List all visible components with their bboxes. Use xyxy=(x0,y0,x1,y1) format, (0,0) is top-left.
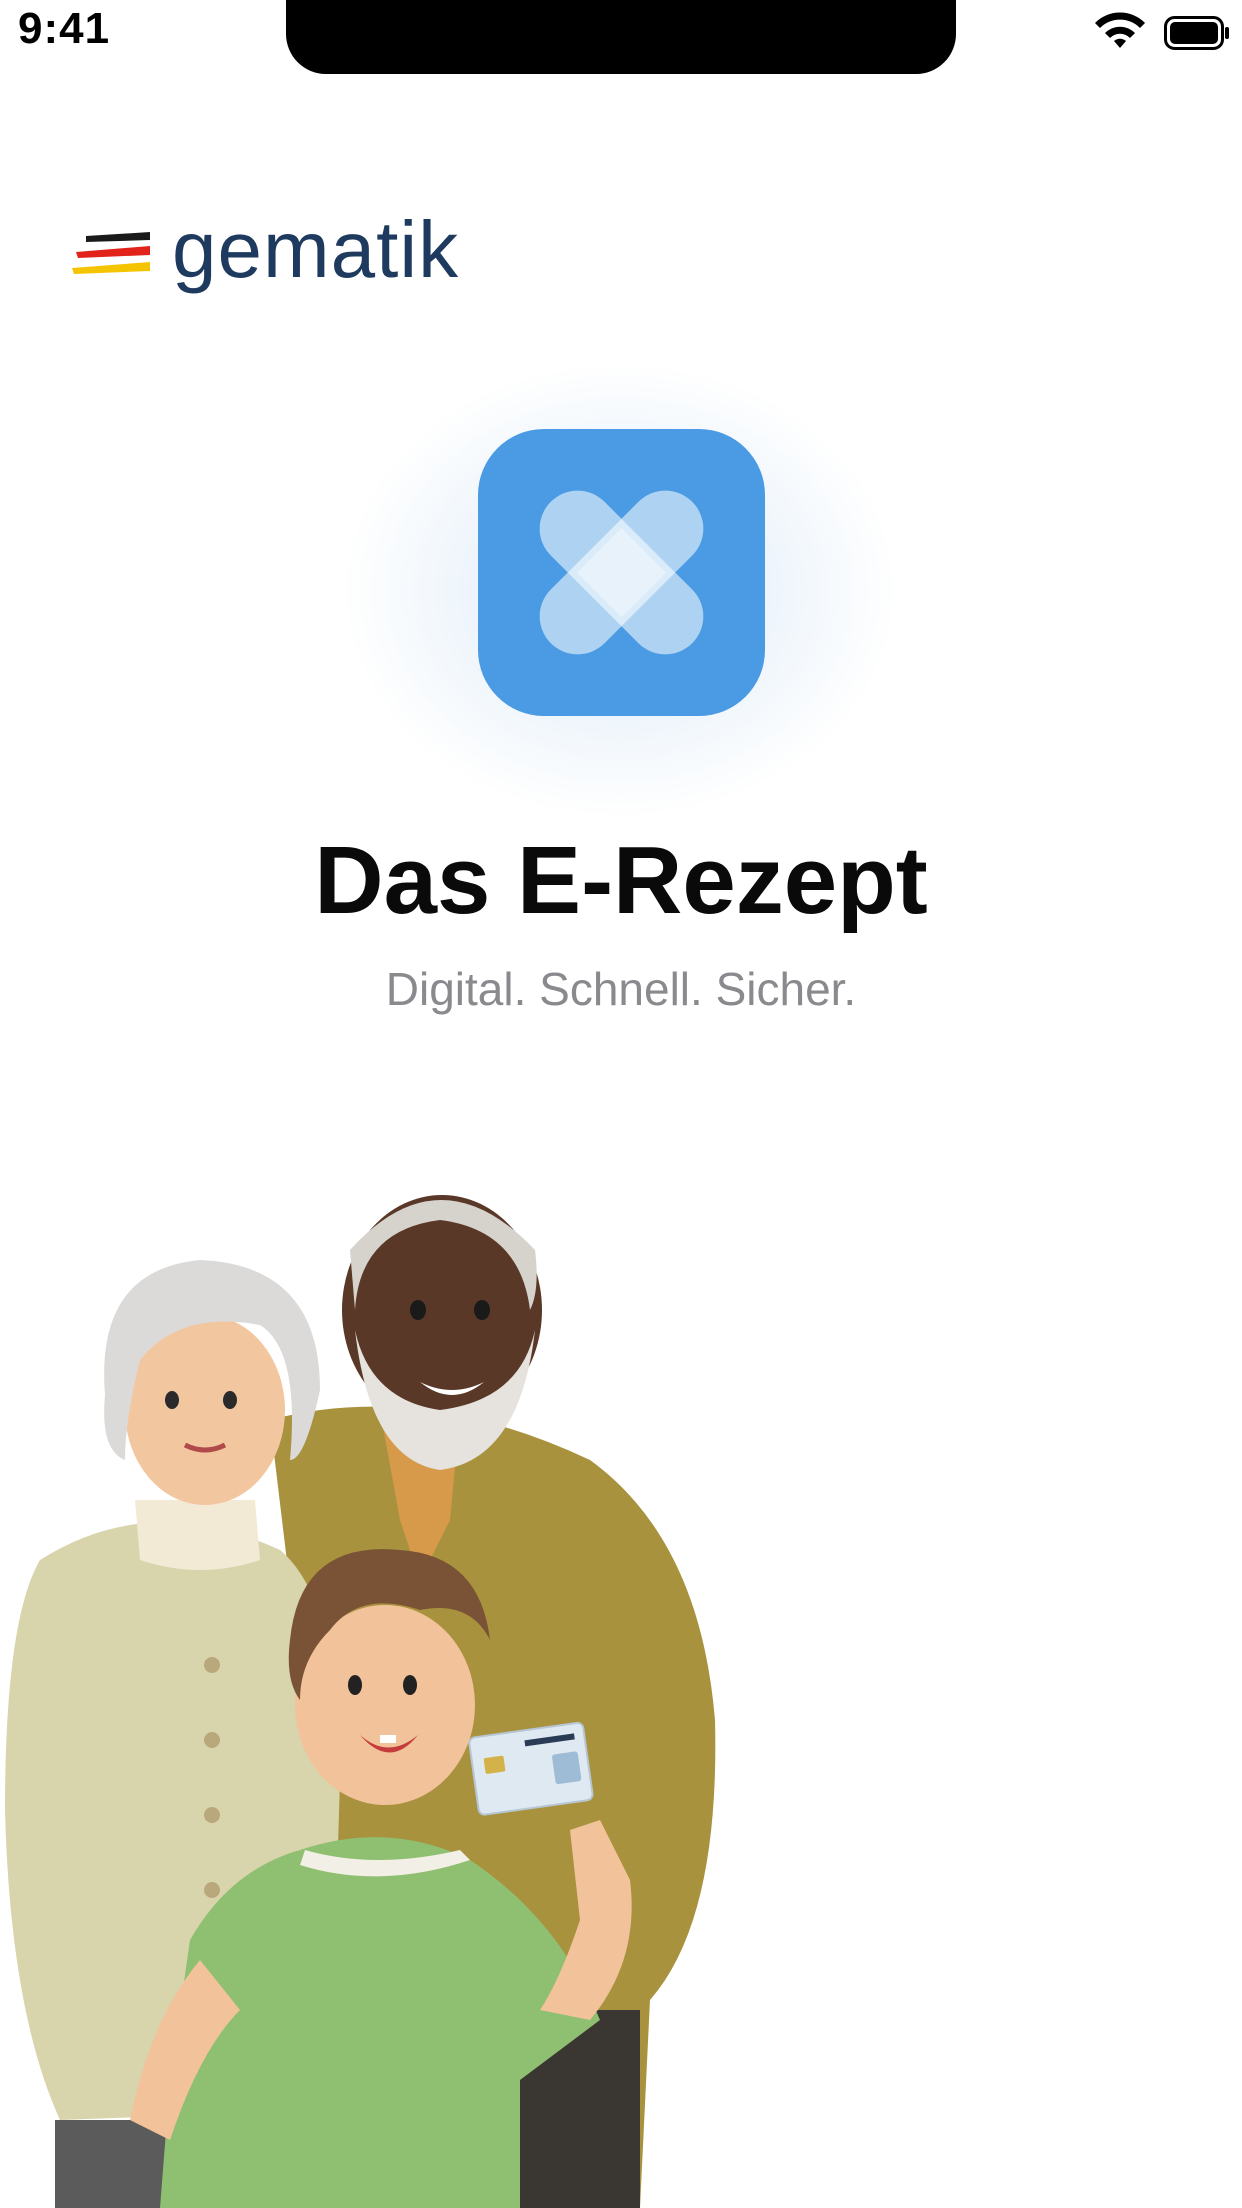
family-illustration xyxy=(5,1195,716,2208)
status-time: 9:41 xyxy=(18,4,111,53)
app-title: Das E-Rezept xyxy=(314,827,928,934)
status-bar: 9:41 xyxy=(0,0,1242,80)
battery-icon xyxy=(1164,16,1229,50)
brand-name: gematik xyxy=(172,205,460,294)
app-icon xyxy=(478,429,765,716)
device-notch xyxy=(286,0,956,74)
wifi-icon xyxy=(1095,12,1145,48)
app-subtitle: Digital. Schnell. Sicher. xyxy=(385,963,857,1015)
bandage-plaster-icon xyxy=(539,490,704,655)
german-flag-stripes-icon xyxy=(72,232,150,274)
